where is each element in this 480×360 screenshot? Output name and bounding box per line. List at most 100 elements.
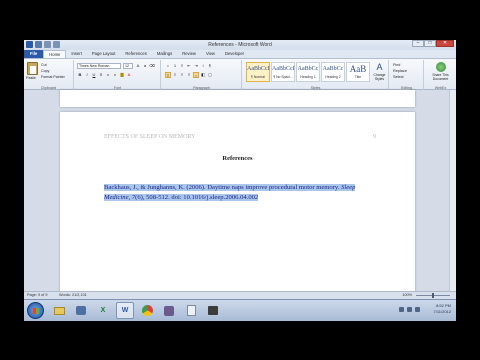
- bullets-icon[interactable]: •: [165, 63, 171, 69]
- style-no-spacing-name: ¶ No Spaci...: [273, 75, 293, 79]
- tab-mailings[interactable]: Mailings: [152, 50, 177, 58]
- zoom-level[interactable]: 100%: [402, 293, 412, 297]
- list-buttons: • 1 ≡ ⇤ ⇥ ↕ ¶: [165, 63, 213, 69]
- font-group: Times New Roman 12 A a ⌫ B I U S x x ▇ A…: [75, 60, 161, 90]
- network-icon[interactable]: [399, 307, 404, 312]
- style-normal[interactable]: AaBbCcI ¶ Normal: [246, 62, 270, 82]
- format-painter-button[interactable]: Format Painter: [41, 74, 65, 80]
- page-number: 9: [373, 134, 376, 140]
- style-title-name: Title: [354, 75, 362, 79]
- misc-app-icon[interactable]: [204, 302, 222, 319]
- clipboard-items: Cut Copy Format Painter: [41, 62, 65, 80]
- underline-icon[interactable]: U: [91, 72, 97, 78]
- app-icon[interactable]: [160, 302, 178, 319]
- paste-icon[interactable]: [27, 62, 38, 75]
- clock[interactable]: 8:52 PM 7/11/2012: [434, 303, 452, 315]
- tab-references[interactable]: References: [120, 50, 151, 58]
- paragraph-group: • 1 ≡ ⇤ ⇥ ↕ ¶ ≡ ≡ ≡ ≡ ↨ ◧ ▢ Paragraph: [162, 60, 242, 90]
- clipboard-group: Paste Cut Copy Format Painter Clipboard: [24, 60, 74, 90]
- styles-group: AaBbCcI ¶ Normal AaBbCcI ¶ No Spaci... A…: [243, 60, 389, 90]
- document-page[interactable]: EFFECTS OF SLEEP ON MEMORY 9 References …: [60, 112, 415, 302]
- ribbon: Paste Cut Copy Format Painter Clipboard …: [24, 58, 456, 90]
- clock-date: 7/11/2012: [433, 309, 452, 314]
- shading-icon[interactable]: ◧: [200, 72, 206, 78]
- increase-indent-icon[interactable]: ⇥: [193, 63, 199, 69]
- style-heading-1[interactable]: AaBbCc Heading 1: [296, 62, 320, 82]
- style-heading-1-sample: AaBbCc: [297, 66, 319, 72]
- status-bar: Page: 9 of 9 Words: 21/2,101 100%: [24, 291, 456, 299]
- font-color-icon[interactable]: A: [126, 72, 132, 78]
- decrease-indent-icon[interactable]: ⇤: [186, 63, 192, 69]
- change-styles-button[interactable]: A Change Styles: [371, 62, 388, 81]
- volume-icon[interactable]: [407, 307, 412, 312]
- align-left-icon[interactable]: ≡: [165, 72, 171, 78]
- start-button[interactable]: [27, 302, 44, 319]
- media-player-icon[interactable]: [72, 302, 90, 319]
- vertical-scrollbar[interactable]: [449, 90, 456, 291]
- tab-view[interactable]: View: [201, 50, 220, 58]
- notepad-icon[interactable]: [182, 302, 200, 319]
- style-heading-2[interactable]: AaBbCc Heading 2: [321, 62, 345, 82]
- align-right-icon[interactable]: ≡: [179, 72, 185, 78]
- bold-icon[interactable]: B: [77, 72, 83, 78]
- grow-font-icon[interactable]: A: [135, 63, 141, 69]
- tab-page-layout[interactable]: Page Layout: [87, 50, 121, 58]
- reference-authors: Backhaus, J., & Junghanns, K. (2006). Da…: [104, 184, 342, 191]
- page-count[interactable]: Page: 9 of 9: [27, 293, 47, 297]
- font-size-select[interactable]: 12: [123, 63, 133, 69]
- title-bar: References - Microsoft Word – □ ✕: [24, 40, 456, 50]
- tab-insert[interactable]: Insert: [66, 50, 86, 58]
- minimize-button[interactable]: –: [412, 40, 424, 47]
- style-title[interactable]: AaB Title: [346, 62, 370, 82]
- style-title-sample: AaB: [349, 64, 367, 74]
- zoom-slider-thumb[interactable]: [432, 293, 434, 298]
- references-title: References: [222, 155, 253, 162]
- paste-button[interactable]: Paste: [26, 76, 36, 80]
- highlight-icon[interactable]: ▇: [119, 72, 125, 78]
- screen: References - Microsoft Word – □ ✕ File H…: [24, 40, 456, 321]
- tab-developer[interactable]: Developer: [220, 50, 249, 58]
- file-explorer-icon[interactable]: [50, 302, 68, 319]
- chrome-icon[interactable]: [138, 302, 156, 319]
- system-tray: [399, 307, 420, 312]
- style-heading-1-name: Heading 1: [300, 75, 316, 79]
- superscript-icon[interactable]: x: [112, 72, 118, 78]
- numbering-icon[interactable]: 1: [172, 63, 178, 69]
- style-no-spacing[interactable]: AaBbCcI ¶ No Spaci...: [271, 62, 295, 82]
- line-spacing-icon[interactable]: ↨: [193, 72, 199, 78]
- borders-icon[interactable]: ▢: [207, 72, 213, 78]
- reference-details: (6), 508-512.: [135, 194, 172, 201]
- close-button[interactable]: ✕: [436, 40, 454, 47]
- shrink-font-icon[interactable]: a: [142, 63, 148, 69]
- previous-page-bottom: [60, 90, 415, 107]
- select-button[interactable]: Select: [393, 74, 407, 80]
- sort-icon[interactable]: ↕: [200, 63, 206, 69]
- window-controls: – □ ✕: [412, 40, 454, 47]
- show-marks-icon[interactable]: ¶: [207, 63, 213, 69]
- share-document-button[interactable]: Share This Document: [427, 62, 454, 81]
- maximize-button[interactable]: □: [424, 40, 436, 47]
- justify-icon[interactable]: ≡: [186, 72, 192, 78]
- style-heading-2-name: Heading 2: [325, 75, 341, 79]
- subscript-icon[interactable]: x: [105, 72, 111, 78]
- strikethrough-icon[interactable]: S: [98, 72, 104, 78]
- change-styles-label: Change Styles: [373, 73, 386, 81]
- align-buttons: ≡ ≡ ≡ ≡ ↨ ◧ ▢: [165, 72, 213, 78]
- tab-file[interactable]: File: [24, 50, 44, 58]
- flag-icon[interactable]: [415, 307, 420, 312]
- excel-icon[interactable]: X: [94, 302, 112, 319]
- word-count[interactable]: Words: 21/2,101: [59, 293, 87, 297]
- document-area[interactable]: EFFECTS OF SLEEP ON MEMORY 9 References …: [24, 90, 456, 302]
- tab-review[interactable]: Review: [177, 50, 201, 58]
- clear-format-icon[interactable]: ⌫: [149, 63, 155, 69]
- webex-group: Share This Document WebEx: [425, 60, 456, 90]
- editing-items: Find Replace Select: [393, 62, 407, 80]
- reference-entry[interactable]: Backhaus, J., & Junghanns, K. (2006). Da…: [104, 183, 374, 203]
- italic-icon[interactable]: I: [84, 72, 90, 78]
- tab-home[interactable]: Home: [43, 50, 67, 58]
- style-no-spacing-sample: AaBbCcI: [272, 66, 295, 72]
- multilevel-icon[interactable]: ≡: [179, 63, 185, 69]
- align-center-icon[interactable]: ≡: [172, 72, 178, 78]
- font-name-select[interactable]: Times New Roman: [77, 63, 121, 69]
- word-taskbar-icon[interactable]: W: [116, 302, 134, 319]
